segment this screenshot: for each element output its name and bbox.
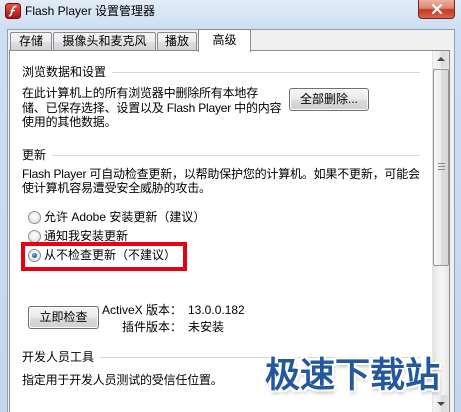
- section-heading-updates: 更新: [22, 148, 47, 162]
- check-now-button[interactable]: 立即检查: [28, 306, 99, 329]
- update-option-label[interactable]: 允许 Adobe 安装更新（建议）: [44, 210, 205, 225]
- section-divider: [52, 155, 420, 156]
- plugin-version-label: 插件版本：: [121, 320, 182, 334]
- grip-icon: [438, 163, 445, 170]
- plugin-version-value: 未安装: [188, 320, 225, 334]
- flash-player-icon: [5, 3, 21, 19]
- section-heading-developer-tools: 开发人员工具: [22, 350, 95, 364]
- updates-description-line: Flash Player 可自动检查更新，以帮助保护您的计算机。如果不更新，可能…: [22, 167, 420, 181]
- update-option-allow-adobe[interactable]: 允许 Adobe 安装更新（建议）: [28, 210, 218, 225]
- tab-advanced[interactable]: 高级: [198, 29, 251, 52]
- tab-playback[interactable]: 播放: [157, 32, 197, 51]
- close-icon: [431, 4, 443, 14]
- section-divider: [112, 72, 420, 73]
- title-bar[interactable]: Flash Player 设置管理器: [0, 0, 461, 29]
- scroll-up-icon: [437, 57, 445, 61]
- scroll-up-button[interactable]: [433, 51, 449, 68]
- delete-all-button[interactable]: 全部删除...: [289, 88, 369, 111]
- tab-camera-and-microphone[interactable]: 摄像头和麦克风: [53, 32, 156, 51]
- scroll-down-icon: [437, 402, 445, 406]
- developer-description-line: 指定用于开发人员测试的受信任位置。: [22, 373, 223, 387]
- radio-button[interactable]: [28, 211, 41, 224]
- activex-version-label: ActiveX 版本：: [101, 303, 182, 317]
- activex-version-value: 13.0.0.182: [188, 303, 245, 317]
- browsing-description-line: 使用的其他数据。: [22, 115, 117, 129]
- watermark: 极速下载站: [265, 356, 441, 395]
- updates-description-line: 使计算机容易遭受安全威胁的攻击。: [22, 181, 211, 195]
- browsing-description-line: 储、已保存选择、设置以及 Flash Player 中的内容: [22, 101, 282, 115]
- close-button[interactable]: [418, 0, 455, 19]
- highlight-box: [21, 242, 187, 271]
- tab-storage[interactable]: 存储: [10, 32, 52, 51]
- browsing-description-line: 在此计算机上的所有浏览器中删除所有本地存: [22, 86, 259, 100]
- window-title: Flash Player 设置管理器: [25, 4, 156, 18]
- section-heading-browsing-data: 浏览数据和设置: [22, 65, 107, 79]
- scrollbar-thumb[interactable]: [433, 69, 449, 266]
